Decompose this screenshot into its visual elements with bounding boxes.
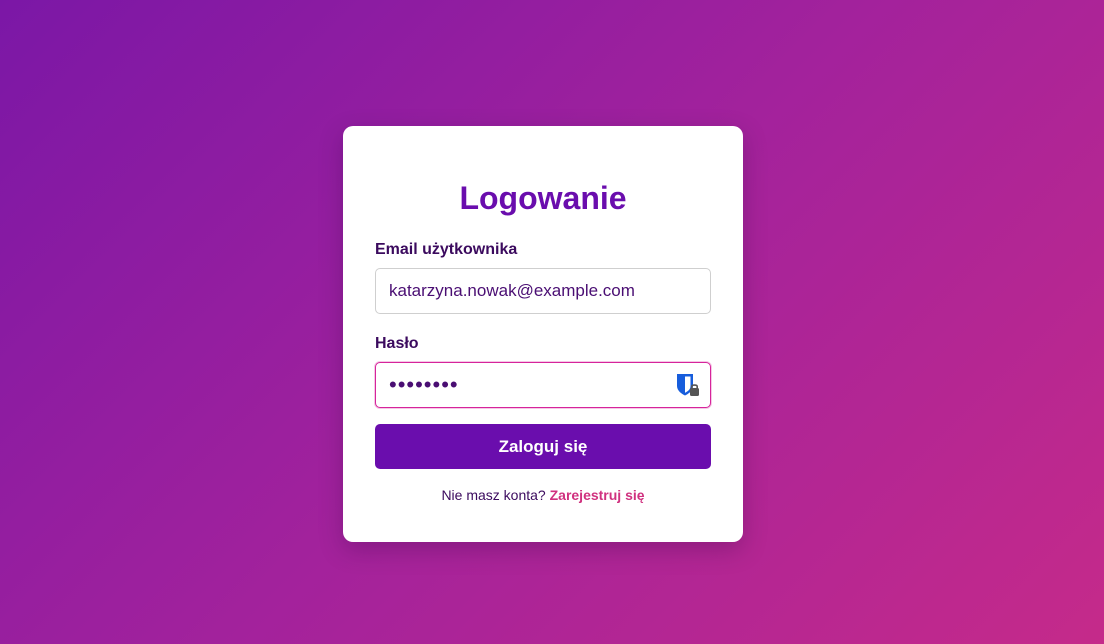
signup-link[interactable]: Zarejestruj się bbox=[550, 487, 645, 503]
email-field[interactable] bbox=[375, 268, 711, 314]
email-field-wrapper bbox=[375, 268, 711, 314]
login-card: Logowanie Email użytkownika Hasło Zalogu… bbox=[343, 126, 743, 542]
login-button[interactable]: Zaloguj się bbox=[375, 424, 711, 469]
password-label: Hasło bbox=[375, 335, 419, 352]
password-field[interactable] bbox=[375, 362, 711, 408]
page-title: Logowanie bbox=[459, 180, 627, 216]
email-label: Email użytkownika bbox=[375, 241, 518, 258]
signup-prompt: Nie masz konta? Zarejestruj się bbox=[375, 486, 711, 504]
signup-prompt-text: Nie masz konta? bbox=[441, 487, 546, 503]
password-manager-icon[interactable] bbox=[675, 372, 701, 398]
password-field-wrapper bbox=[375, 362, 711, 408]
